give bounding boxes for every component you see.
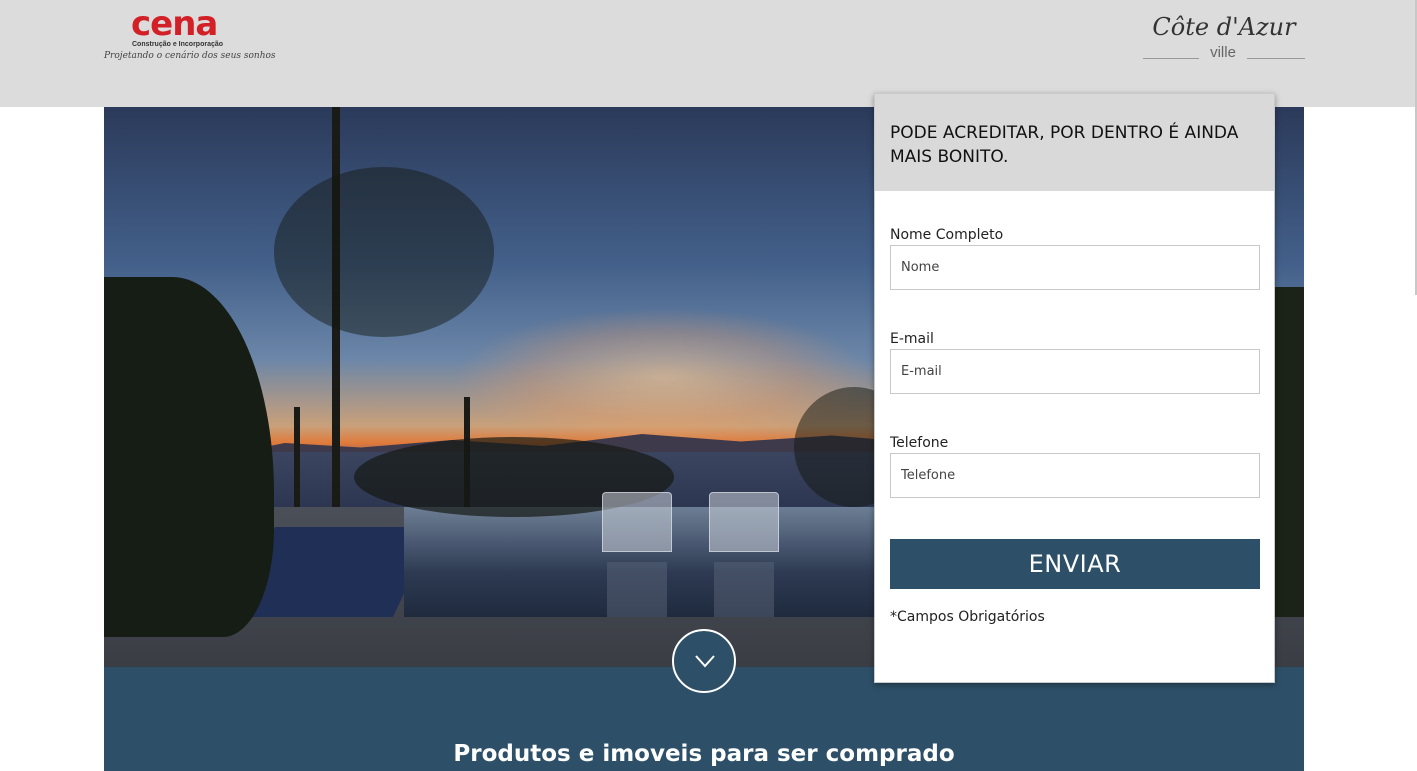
phone-field-label: Telefone xyxy=(890,435,949,451)
phone-field[interactable] xyxy=(890,453,1260,498)
tree-crown xyxy=(274,167,494,337)
palm-trunk-small xyxy=(294,407,300,507)
site-header: cena Construção e Incorporação Projetand… xyxy=(0,0,1415,107)
lounge-chair xyxy=(602,492,672,552)
logo-divider-left xyxy=(1143,58,1199,59)
required-fields-note: *Campos Obrigatórios xyxy=(890,609,1045,625)
chair-reflection xyxy=(607,562,667,617)
contact-form: PODE ACREDITAR, POR DENTRO É AINDA MAIS … xyxy=(874,93,1275,683)
form-header: PODE ACREDITAR, POR DENTRO É AINDA MAIS … xyxy=(875,94,1274,191)
trees-right xyxy=(1274,287,1304,617)
name-field-label: Nome Completo xyxy=(890,227,1004,243)
cena-logo-tagline: Projetando o cenário dos seus sonhos xyxy=(104,51,276,61)
cena-logo[interactable]: cena Construção e Incorporação Projetand… xyxy=(104,4,276,66)
name-field[interactable] xyxy=(890,245,1260,290)
cena-logo-wordmark: cena xyxy=(131,4,218,44)
cote-dazur-logo-wordmark: Côte d'Azur xyxy=(1152,13,1296,41)
email-field[interactable] xyxy=(890,349,1260,394)
chair-reflection xyxy=(714,562,774,617)
email-field-label: E-mail xyxy=(890,331,934,347)
chevron-down-icon xyxy=(695,655,715,668)
cena-logo-subtitle: Construção e Incorporação xyxy=(132,41,224,48)
form-title: PODE ACREDITAR, POR DENTRO É AINDA MAIS … xyxy=(890,123,1239,167)
logo-divider-right xyxy=(1247,58,1305,59)
section-title: Produtos e imoveis para ser comprado xyxy=(453,741,955,767)
trees-left xyxy=(104,277,274,637)
lounge-chair xyxy=(709,492,779,552)
cote-dazur-logo-ville: ville xyxy=(1210,44,1236,61)
scroll-down-button[interactable] xyxy=(672,629,736,693)
submit-button[interactable]: ENVIAR xyxy=(890,539,1260,589)
cote-dazur-logo[interactable]: Côte d'Azur ville xyxy=(1143,12,1305,64)
